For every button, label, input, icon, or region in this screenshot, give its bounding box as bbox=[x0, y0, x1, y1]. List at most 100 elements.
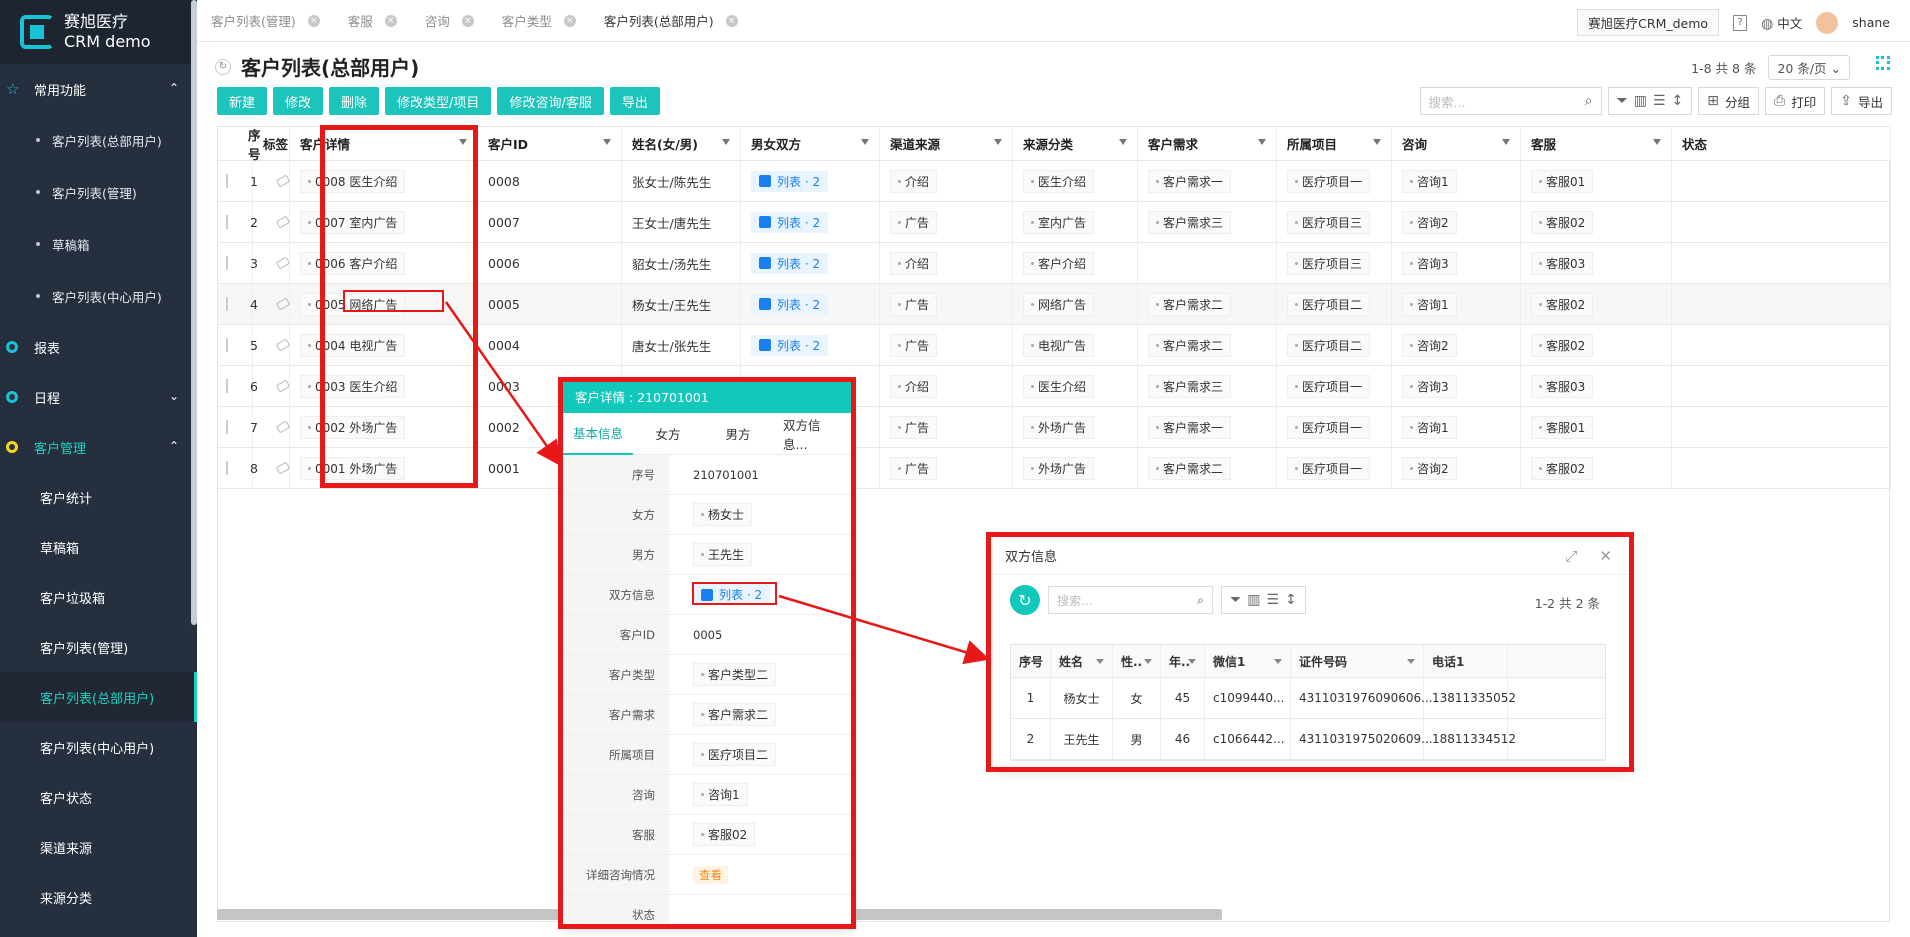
row-height-icon[interactable]: ↕ bbox=[1672, 93, 1684, 109]
print-button[interactable]: ⎙ 打印 bbox=[1765, 87, 1826, 115]
row-checkbox[interactable] bbox=[226, 461, 228, 475]
column-header[interactable]: 来源分类 bbox=[1013, 127, 1138, 160]
tag-icon[interactable] bbox=[275, 379, 291, 393]
tab-manage-list[interactable]: 客户列表(管理) × bbox=[197, 0, 334, 42]
filter-icon[interactable]: ⏷ bbox=[1617, 93, 1628, 109]
table-cell bbox=[253, 325, 291, 365]
export-button[interactable]: 导出 bbox=[609, 87, 660, 115]
row-checkbox[interactable] bbox=[226, 174, 228, 188]
search-input[interactable]: 搜索... ⌕ bbox=[1419, 87, 1602, 115]
table-cell: 客户需求一 bbox=[1138, 407, 1277, 447]
sort-icon[interactable] bbox=[994, 139, 1002, 145]
refresh-icon[interactable]: ↻ bbox=[215, 58, 231, 75]
cell-tag: 介绍 bbox=[890, 169, 938, 193]
row-checkbox[interactable] bbox=[226, 338, 228, 352]
close-icon[interactable]: × bbox=[384, 14, 397, 27]
tab-consult[interactable]: 咨询 × bbox=[411, 0, 488, 42]
sort-icon[interactable] bbox=[722, 139, 730, 145]
chart-icon[interactable]: ▥ bbox=[1634, 93, 1647, 109]
sidebar-scrollbar[interactable] bbox=[191, 0, 197, 625]
sidebar-item-stats[interactable]: 客户统计 bbox=[0, 472, 197, 522]
sidebar-item-manage-list2[interactable]: 客户列表(管理) bbox=[0, 622, 197, 672]
org-selector[interactable]: 赛旭医疗CRM_demo bbox=[1577, 9, 1720, 36]
tag-icon[interactable] bbox=[275, 420, 291, 434]
both-list-link[interactable]: 列表 · 2 bbox=[751, 211, 829, 233]
edit-consult-cs-button[interactable]: 修改咨询/客服 bbox=[497, 87, 604, 115]
group-button[interactable]: ⊞ 分组 bbox=[1698, 87, 1760, 115]
row-checkbox[interactable] bbox=[226, 420, 228, 434]
row-checkbox[interactable] bbox=[226, 215, 228, 229]
help-icon[interactable]: ? bbox=[1733, 14, 1748, 31]
sidebar-item-hq-list2[interactable]: 客户列表(总部用户) bbox=[0, 672, 197, 722]
edit-button[interactable]: 修改 bbox=[273, 87, 324, 115]
tag-icon[interactable] bbox=[275, 215, 291, 229]
sidebar-item-source[interactable]: 来源分类 bbox=[0, 872, 197, 922]
sort-icon[interactable] bbox=[1653, 139, 1661, 145]
sidebar-group-common[interactable]: ☆ 常用功能 ⌃ bbox=[0, 64, 197, 114]
close-icon[interactable]: × bbox=[563, 14, 576, 27]
sidebar-item-hq-list[interactable]: 客户列表(总部用户) bbox=[0, 114, 197, 166]
close-icon[interactable]: × bbox=[307, 14, 320, 27]
edit-type-project-button[interactable]: 修改类型/项目 bbox=[385, 87, 492, 115]
sort-icon[interactable] bbox=[861, 139, 869, 145]
user-name[interactable]: shane bbox=[1852, 15, 1890, 30]
tag-icon[interactable] bbox=[275, 461, 291, 475]
settings-icon[interactable]: ☰ bbox=[1653, 93, 1666, 109]
column-header[interactable]: 渠道来源 bbox=[880, 127, 1013, 160]
sort-icon[interactable] bbox=[1258, 139, 1266, 145]
column-header[interactable]: 男女双方 bbox=[741, 127, 880, 160]
row-checkbox[interactable] bbox=[226, 297, 228, 311]
close-icon[interactable]: × bbox=[461, 14, 474, 27]
row-checkbox[interactable] bbox=[226, 256, 228, 270]
sidebar-item-manage-list[interactable]: 客户列表(管理) bbox=[0, 166, 197, 218]
row-checkbox[interactable] bbox=[226, 379, 228, 393]
sidebar-item-drafts[interactable]: 草稿箱 bbox=[0, 218, 197, 270]
column-header[interactable]: 客户需求 bbox=[1138, 127, 1277, 160]
cell-tag: 客服01 bbox=[1531, 415, 1594, 439]
tag-icon[interactable] bbox=[275, 256, 291, 270]
tag-icon[interactable] bbox=[275, 174, 291, 188]
export-tool-button[interactable]: ⇪ 导出 bbox=[1831, 87, 1892, 115]
avatar[interactable] bbox=[1816, 11, 1839, 34]
both-list-link[interactable]: 列表 · 2 bbox=[751, 334, 829, 356]
sidebar-group-schedule[interactable]: 日程 ⌄ bbox=[0, 372, 197, 422]
sidebar-item-channel[interactable]: 渠道来源 bbox=[0, 822, 197, 872]
cell-tag: 客服02 bbox=[1531, 456, 1594, 480]
sort-icon[interactable] bbox=[1119, 139, 1127, 145]
sidebar-group-customers[interactable]: 客户管理 ⌃ bbox=[0, 422, 197, 472]
column-header[interactable]: 状态 bbox=[1672, 127, 1891, 160]
sidebar-item-drafts2[interactable]: 草稿箱 bbox=[0, 522, 197, 572]
sidebar-item-status[interactable]: 客户状态 bbox=[0, 772, 197, 822]
column-header[interactable]: 所属项目 bbox=[1277, 127, 1392, 160]
column-header[interactable]: 姓名(女/男) bbox=[622, 127, 741, 160]
tag-icon[interactable] bbox=[275, 297, 291, 311]
tab-customer-type[interactable]: 客户类型 × bbox=[488, 0, 590, 42]
sidebar-item-trash[interactable]: 客户垃圾箱 bbox=[0, 572, 197, 622]
export-icon: ⇪ bbox=[1840, 93, 1852, 109]
page-size-select[interactable]: 20 条/页 ⌄ bbox=[1768, 55, 1850, 80]
sort-icon[interactable] bbox=[1373, 139, 1381, 145]
sort-icon[interactable] bbox=[1502, 139, 1510, 145]
delete-button[interactable]: 删除 bbox=[329, 87, 380, 115]
sidebar-group-reports[interactable]: 报表 bbox=[0, 322, 197, 372]
language-switch[interactable]: ◍ 中文 bbox=[1761, 13, 1802, 32]
both-list-link[interactable]: 列表 · 2 bbox=[751, 293, 829, 315]
column-header[interactable]: 序号 bbox=[238, 127, 261, 162]
sidebar-item-center-list[interactable]: 客户列表(中心用户) bbox=[0, 270, 197, 322]
column-header[interactable]: 客服 bbox=[1521, 127, 1672, 160]
tag-icon[interactable] bbox=[275, 338, 291, 352]
column-header[interactable]: 标签 bbox=[253, 127, 290, 160]
tab-cs[interactable]: 客服 × bbox=[334, 0, 411, 42]
search-icon[interactable]: ⌕ bbox=[1585, 93, 1593, 109]
grid-view-icon[interactable] bbox=[1876, 56, 1890, 70]
tab-hq-list[interactable]: 客户列表(总部用户) × bbox=[590, 0, 752, 42]
column-header[interactable]: 咨询 bbox=[1392, 127, 1521, 160]
close-icon[interactable]: × bbox=[725, 14, 738, 27]
sort-icon[interactable] bbox=[603, 139, 611, 145]
both-list-link[interactable]: 列表 · 2 bbox=[751, 170, 829, 192]
sidebar-item-center-list2[interactable]: 客户列表(中心用户) bbox=[0, 722, 197, 772]
both-list-link[interactable]: 列表 · 2 bbox=[751, 252, 829, 274]
new-button[interactable]: 新建 bbox=[217, 87, 268, 115]
column-header[interactable]: 客户ID bbox=[478, 127, 622, 160]
table-cell: 客户需求二 bbox=[1138, 284, 1277, 324]
